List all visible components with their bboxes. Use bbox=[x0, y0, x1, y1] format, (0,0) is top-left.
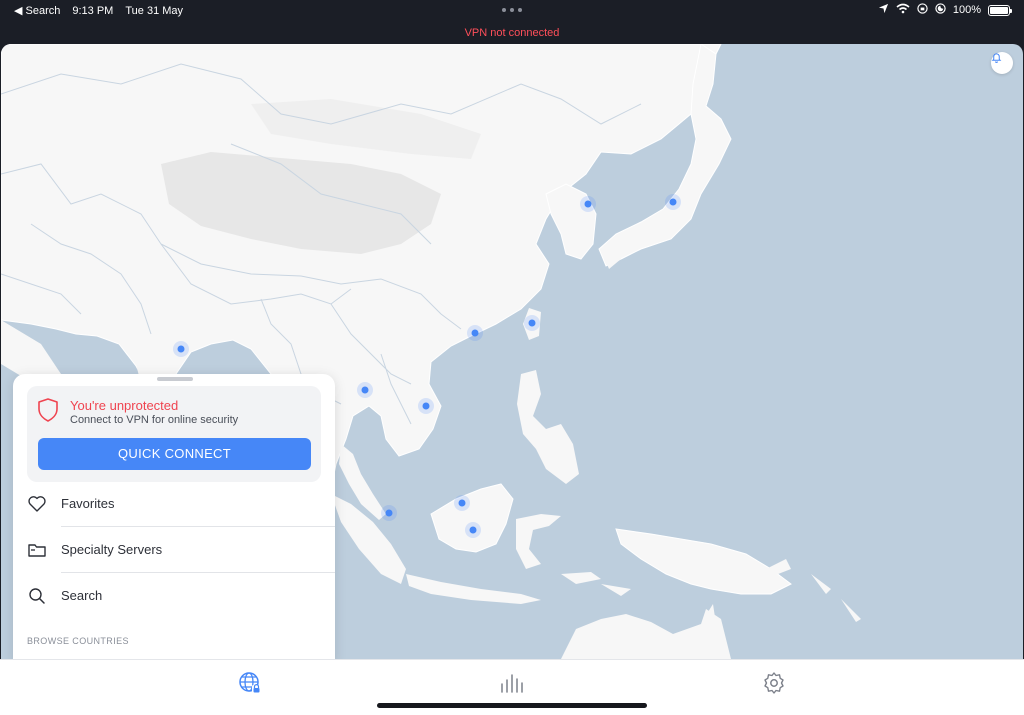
protection-status-title: You're unprotected bbox=[70, 398, 179, 413]
status-time: 9:13 PM bbox=[72, 4, 114, 17]
multitasking-dots[interactable] bbox=[502, 8, 522, 12]
gear-icon bbox=[761, 672, 787, 700]
server-pin-indonesia[interactable] bbox=[465, 522, 481, 538]
tab-map[interactable] bbox=[237, 670, 263, 696]
server-pin-south-korea[interactable] bbox=[580, 196, 596, 212]
server-pin-taiwan[interactable] bbox=[524, 315, 540, 331]
menu-item-label: Search bbox=[61, 588, 103, 603]
lock-rotation-icon bbox=[917, 3, 928, 17]
protection-status-card: You're unprotected Connect to VPN for on… bbox=[27, 386, 321, 482]
notifications-button[interactable] bbox=[991, 52, 1013, 74]
server-pin-thailand[interactable] bbox=[357, 382, 373, 398]
sheet-grabber[interactable] bbox=[157, 377, 193, 381]
server-pin-singapore[interactable] bbox=[381, 505, 397, 521]
moon-icon bbox=[935, 3, 946, 17]
vpn-status-banner: VPN not connected bbox=[0, 22, 1024, 44]
tab-settings[interactable] bbox=[761, 670, 787, 696]
globe-lock-icon bbox=[237, 672, 263, 700]
server-pin-vietnam[interactable] bbox=[418, 398, 434, 414]
wifi-icon bbox=[896, 3, 910, 17]
status-date: Tue 31 May bbox=[125, 4, 184, 17]
folder-icon bbox=[27, 540, 47, 560]
menu-item-search[interactable]: Search bbox=[13, 573, 335, 619]
battery-icon bbox=[988, 4, 1012, 16]
home-indicator[interactable] bbox=[377, 703, 647, 708]
quick-connect-button[interactable]: QUICK CONNECT bbox=[38, 438, 311, 470]
menu-item-label: Favorites bbox=[61, 496, 115, 511]
shield-icon bbox=[37, 397, 59, 428]
server-pin-india[interactable] bbox=[173, 341, 189, 357]
server-pin-japan[interactable] bbox=[665, 194, 681, 210]
protection-status-subtitle: Connect to VPN for online security bbox=[70, 414, 239, 426]
tab-stats[interactable] bbox=[499, 670, 525, 696]
menu-item-specialty-servers[interactable]: Specialty Servers bbox=[13, 527, 335, 573]
battery-percent: 100% bbox=[952, 4, 981, 16]
bar-chart-icon bbox=[499, 674, 525, 700]
browse-countries-header: BROWSE COUNTRIES bbox=[27, 636, 129, 646]
menu-item-favorites[interactable]: Favorites bbox=[13, 481, 335, 527]
menu-item-label: Specialty Servers bbox=[61, 542, 163, 557]
heart-icon bbox=[27, 494, 47, 514]
location-icon bbox=[878, 3, 889, 17]
back-to-search-link[interactable]: ◀ Search bbox=[14, 4, 60, 17]
bottom-sheet: You're unprotected Connect to VPN for on… bbox=[13, 374, 335, 664]
search-icon bbox=[27, 586, 47, 606]
status-bar: ◀ Search 9:13 PM Tue 31 May 100% bbox=[0, 0, 1024, 22]
server-pin-malaysia[interactable] bbox=[454, 495, 470, 511]
server-pin-hong-kong[interactable] bbox=[467, 325, 483, 341]
